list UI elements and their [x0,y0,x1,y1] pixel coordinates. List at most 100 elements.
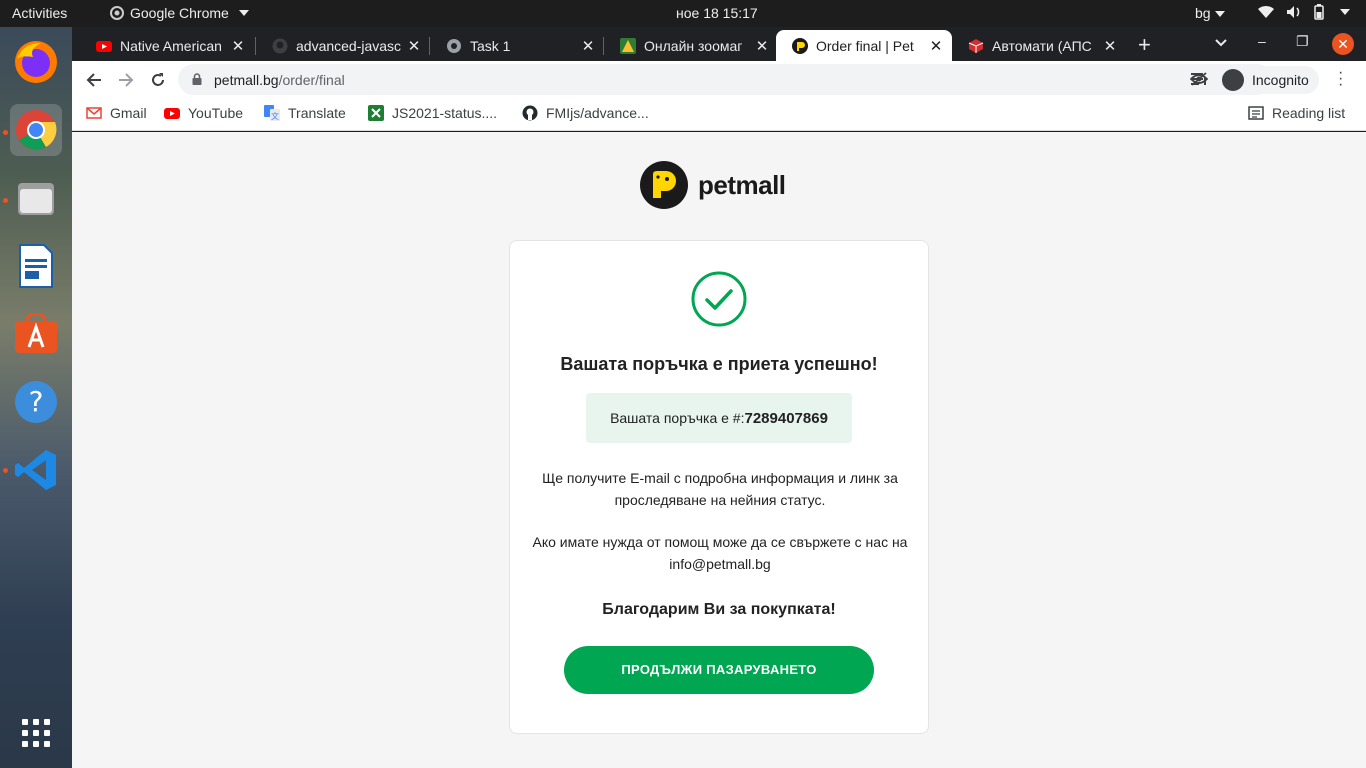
show-apps-button[interactable] [10,707,62,759]
url-domain: petmall.bg [214,72,279,88]
order-number: 7289407869 [744,410,828,427]
browser-toolbar: petmall.bg/order/final ☆ Incognito ··· [72,61,1366,99]
close-icon[interactable]: ✕ [754,37,770,55]
tab-title: Онлайн зоомаг [644,37,743,54]
gmail-icon [86,107,102,119]
files-launcher[interactable] [10,172,62,224]
cube-icon [968,38,984,53]
bookmark-gmail[interactable]: Gmail [86,105,147,121]
order-confirmation-card: Вашата поръчка е приета успешно! Вашата … [509,240,929,734]
youtube-icon [164,108,180,119]
order-number-label: Вашата поръчка е #: [610,410,745,426]
petmall-icon [792,37,808,54]
system-tray[interactable] [1258,4,1350,20]
vscode-launcher[interactable] [10,444,62,496]
thanks-text: Благодарим Ви за покупката! [602,601,836,618]
sheets-icon [368,105,384,121]
continue-shopping-button[interactable]: ПРОДЪЛЖИ ПАЗАРУВАНЕТО [564,646,874,694]
github-icon [522,105,538,121]
software-launcher[interactable] [10,308,62,360]
app-name: Google Chrome [130,5,229,21]
chrome-icon [16,110,57,150]
chrome-small-icon [110,6,124,20]
bookmark-fmijs[interactable]: FMIjs/advance... [522,105,649,121]
activities-button[interactable]: Activities [12,5,67,21]
firefox-icon [15,41,57,83]
forward-icon[interactable] [118,72,134,88]
back-icon[interactable] [86,72,102,88]
tab[interactable]: advanced-javasc ✕ [256,30,430,61]
grid-icon [22,719,50,747]
writer-icon [19,244,53,288]
running-indicator [3,198,8,203]
new-tab-button[interactable]: + [1138,32,1151,58]
tab[interactable]: Task 1 ✕ [430,30,604,61]
bookmark-youtube[interactable]: YouTube [164,105,243,121]
tab[interactable]: Автомати (АПС ✕ [952,30,1126,61]
close-icon[interactable]: ✕ [928,37,944,55]
system-top-bar: Activities Google Chrome ное 18 15:17 bg [0,0,1366,27]
github-icon [272,38,288,53]
tab-search-icon[interactable] [1215,39,1227,47]
writer-launcher[interactable] [10,240,62,292]
logo-p-glyph [653,171,676,198]
petmall-logo-icon [640,161,688,209]
incognito-icon [1222,69,1244,91]
close-icon[interactable]: ✕ [230,37,246,55]
reload-icon[interactable] [150,72,166,88]
vscode-icon [15,450,56,490]
reading-list-button[interactable]: Reading list [1248,105,1345,121]
help-icon: ? [15,381,57,423]
help-launcher[interactable]: ? [10,376,62,428]
keyboard-layout[interactable]: bg [1195,5,1225,21]
globe-icon [447,38,461,53]
maximize-button[interactable]: ❐ [1296,33,1309,50]
tab-active[interactable]: Order final | Pet ✕ [776,30,952,61]
battery-icon [1314,4,1324,20]
tab-strip: Native American ✕ advanced-javasc ✕ Task 1… [72,27,1366,61]
running-indicator [3,468,8,473]
bookmark-label: JS2021-status.... [392,105,498,121]
window-close-button[interactable]: ✕ [1332,33,1354,55]
svg-text:?: ? [29,385,44,418]
order-number-box: Вашата поръчка е #:7289407869 [586,393,852,443]
tab-title: Task 1 [470,37,511,54]
firefox-launcher[interactable] [10,36,62,88]
url-path: /order/final [278,72,345,88]
tab-title: advanced-javasc [296,37,402,54]
close-icon[interactable]: ✕ [406,37,422,55]
page-title: Вашата поръчка е приета успешно! [560,354,878,374]
tab-title: Order final | Pet [816,37,914,54]
bookmark-label: YouTube [188,105,244,121]
incognito-label: Incognito [1252,72,1309,88]
svg-text:文: 文 [271,111,279,121]
chevron-down-icon [1214,11,1225,18]
clock[interactable]: ное 18 15:17 [676,5,758,21]
petmall-logo[interactable]: petmall [640,161,786,209]
running-indicator [3,130,8,135]
chevron-down-icon [1340,9,1350,15]
bookmark-label: FMIjs/advance... [546,105,649,121]
lock-icon[interactable] [192,73,202,85]
tab[interactable]: Онлайн зоомаг ✕ [604,30,778,61]
software-store-icon [15,313,57,353]
bookmark-translate[interactable]: 文 Translate [264,105,346,121]
url-text[interactable]: petmall.bg/order/final [214,72,345,88]
media-queue-icon[interactable] [1190,71,1208,87]
zoomag-icon [620,37,636,54]
success-check-icon [691,271,747,327]
tab[interactable]: Native American ✕ [80,30,254,61]
dock: ? [0,27,72,768]
minimize-button[interactable]: – [1258,33,1266,49]
incognito-profile-button[interactable]: Incognito [1218,66,1319,94]
more-menu-icon[interactable]: · · · [1338,65,1343,93]
app-menu[interactable]: Google Chrome [110,5,249,21]
chrome-launcher[interactable] [10,104,62,156]
help-info-text: Ако имате нужда от помощ може да се свър… [532,534,908,572]
translate-icon: 文 [264,105,280,121]
close-icon[interactable]: ✕ [580,37,596,55]
page-content: petmall Вашата поръчка е приета успешно!… [72,132,1366,768]
bookmark-js2021[interactable]: JS2021-status.... [368,105,497,121]
close-icon[interactable]: ✕ [1102,37,1118,55]
address-bar[interactable]: petmall.bg/order/final ☆ [178,64,1272,95]
